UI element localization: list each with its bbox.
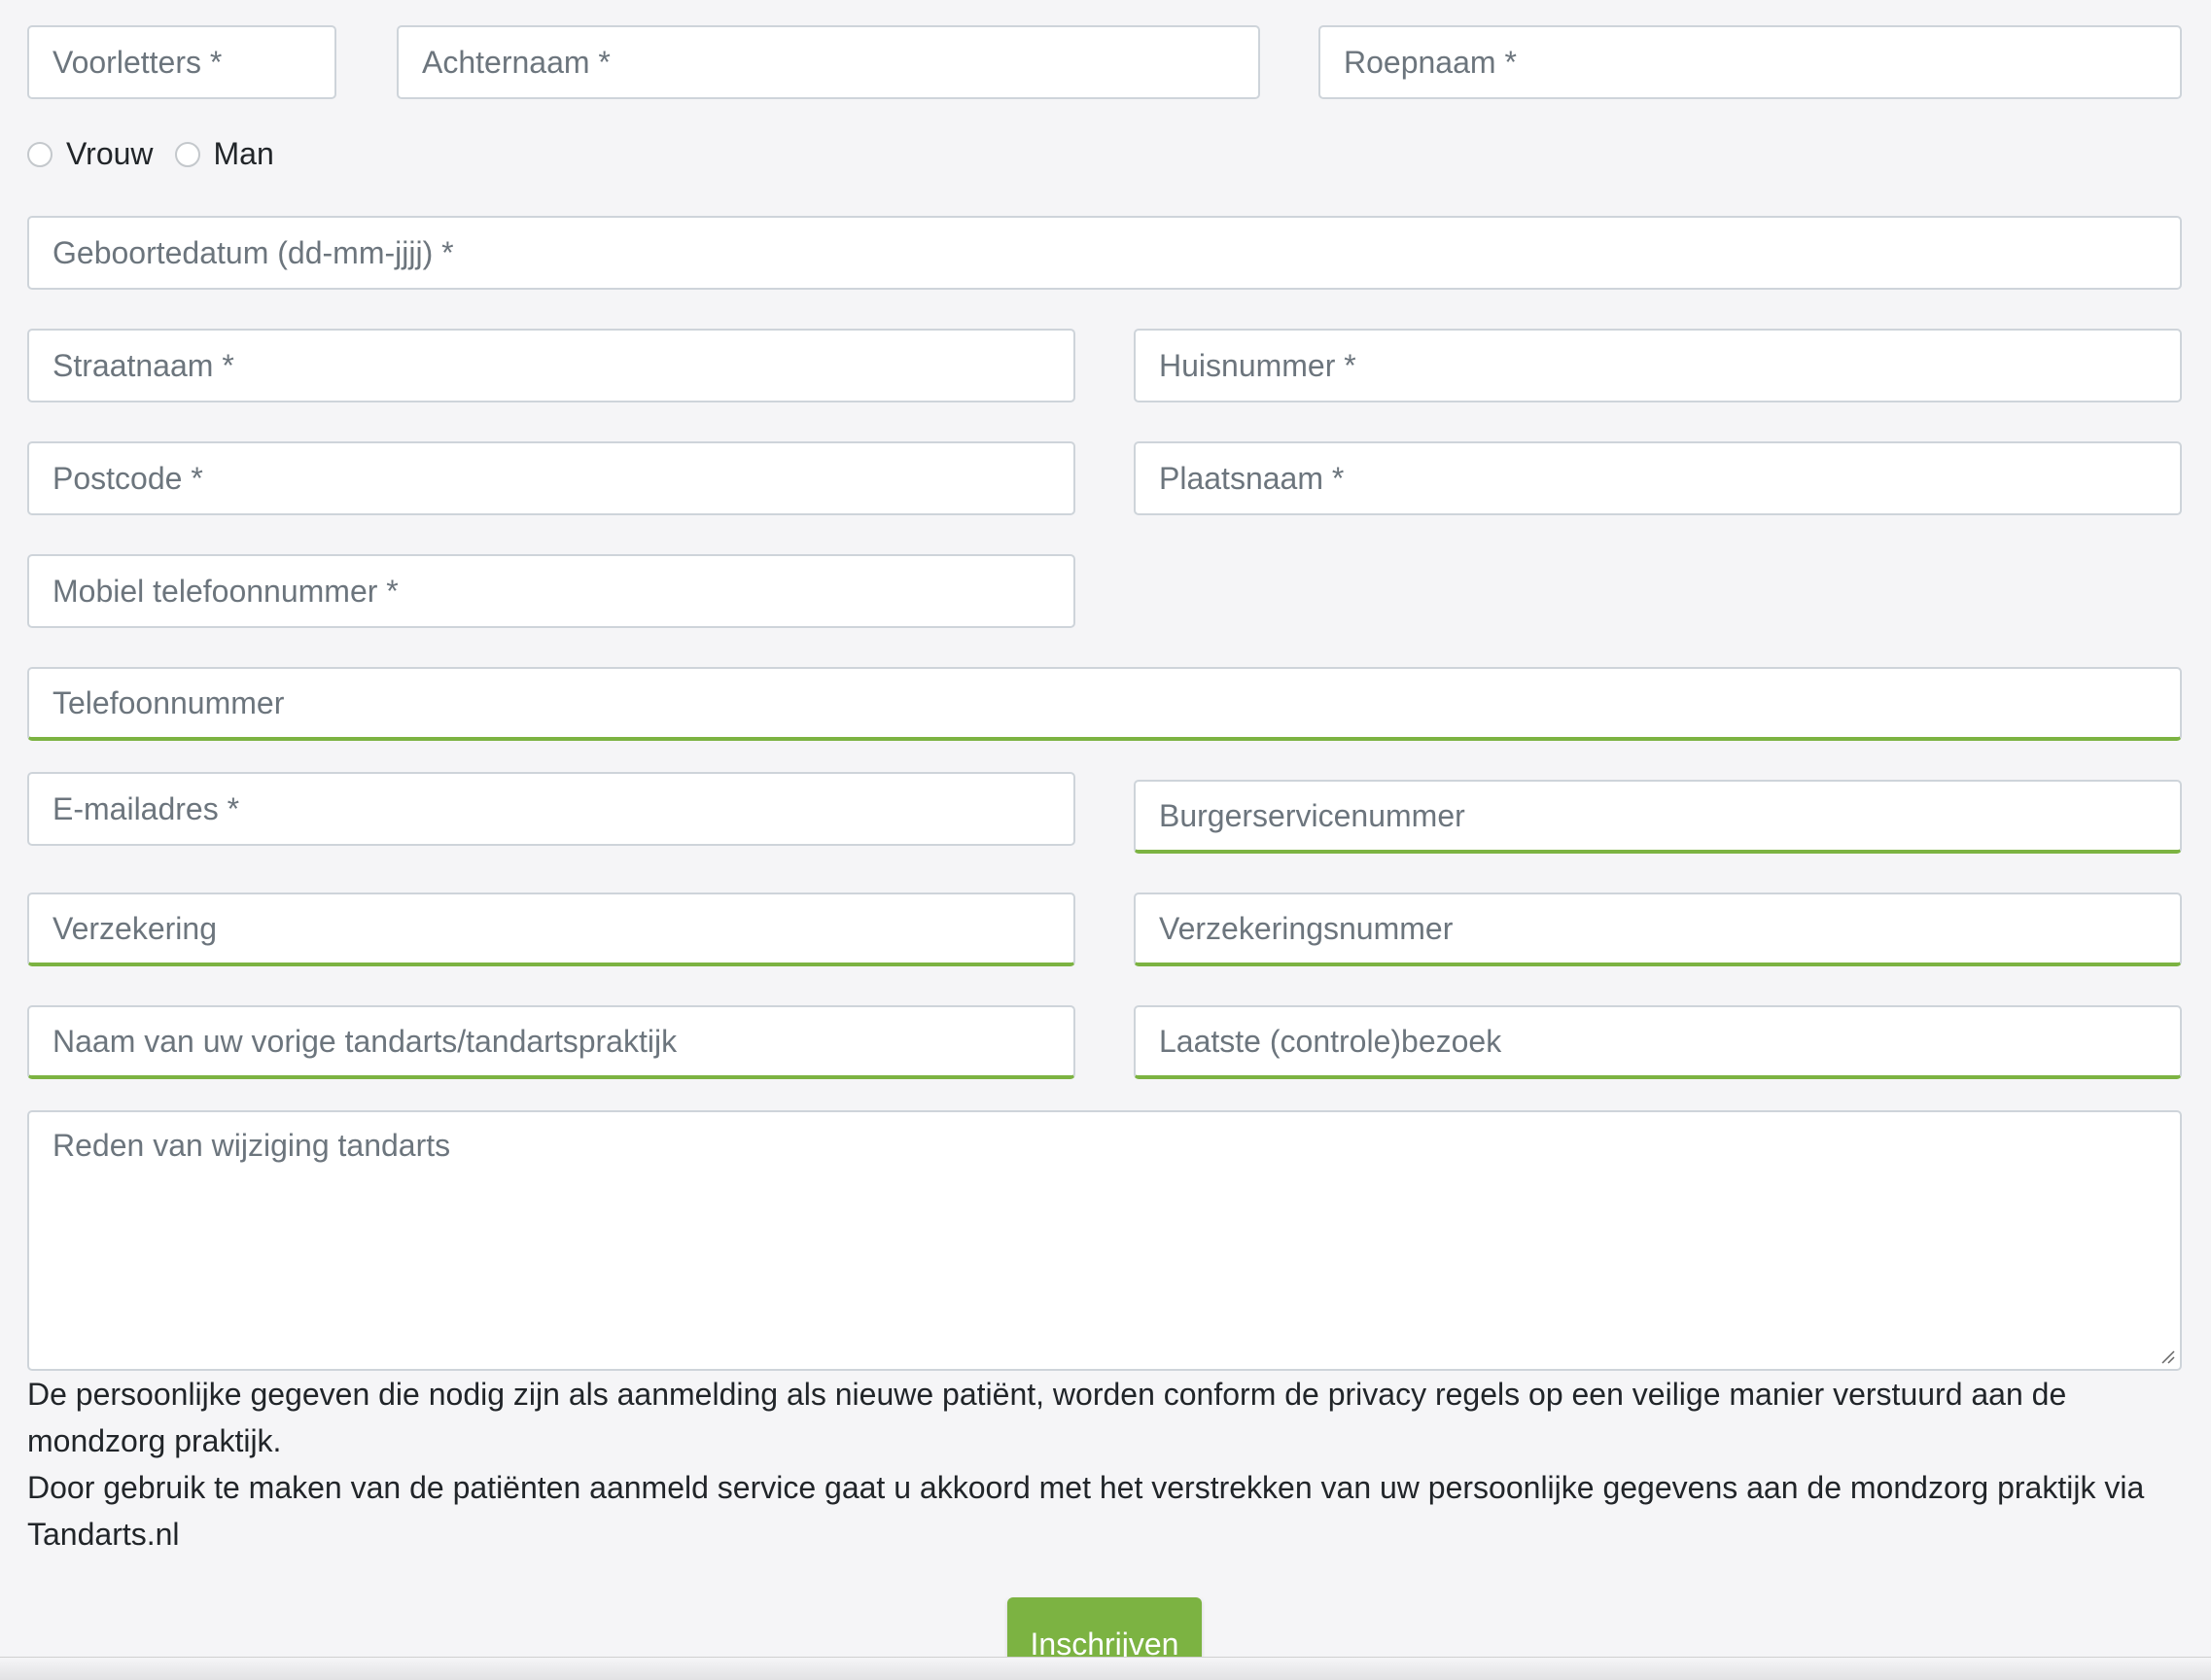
reason-placeholder: Reden van wijziging tandarts xyxy=(53,1128,451,1163)
privacy-notice-line-1: De persoonlijke gegeven die nodig zijn a… xyxy=(27,1377,2067,1458)
insurance-number-input[interactable]: Verzekeringsnummer xyxy=(1134,892,2182,966)
reason-textarea[interactable]: Reden van wijziging tandarts xyxy=(27,1110,2182,1371)
mobile-phone-input[interactable]: Mobiel telefoonnummer * xyxy=(27,554,1075,628)
city-placeholder: Plaatsnaam * xyxy=(1159,460,1345,496)
radio-male[interactable] xyxy=(174,141,200,167)
last-visit-input[interactable]: Laatste (controle)bezoek xyxy=(1134,1005,2182,1079)
street-input[interactable]: Straatnaam * xyxy=(27,329,1075,402)
bsn-input[interactable]: Burgerservicenummer xyxy=(1134,780,2182,854)
callname-input[interactable]: Roepnaam * xyxy=(1318,25,2182,99)
phone-placeholder: Telefoonnummer xyxy=(53,684,285,720)
mobile-phone-placeholder: Mobiel telefoonnummer * xyxy=(53,573,399,609)
email-input[interactable]: E-mailadres * xyxy=(27,772,1075,846)
street-placeholder: Straatnaam * xyxy=(53,347,234,383)
phone-input[interactable]: Telefoonnummer xyxy=(27,667,2182,741)
radio-male-label[interactable]: Man xyxy=(214,136,274,172)
birthdate-placeholder: Geboortedatum (dd-mm-jjjj) * xyxy=(53,234,454,270)
email-placeholder: E-mailadres * xyxy=(53,790,240,826)
radio-female-label[interactable]: Vrouw xyxy=(66,136,154,172)
previous-dentist-input[interactable]: Naam van uw vorige tandarts/tandartsprak… xyxy=(27,1005,1075,1079)
gender-radio-group: Vrouw Man xyxy=(27,136,296,172)
insurance-input[interactable]: Verzekering xyxy=(27,892,1075,966)
resize-grip-icon[interactable] xyxy=(2158,1348,2176,1365)
city-input[interactable]: Plaatsnaam * xyxy=(1134,441,2182,515)
lastname-input[interactable]: Achternaam * xyxy=(397,25,1260,99)
birthdate-input[interactable]: Geboortedatum (dd-mm-jjjj) * xyxy=(27,216,2182,290)
previous-dentist-placeholder: Naam van uw vorige tandarts/tandartsprak… xyxy=(53,1023,678,1059)
radio-female[interactable] xyxy=(27,141,53,167)
lastname-placeholder: Achternaam * xyxy=(422,44,611,80)
privacy-notice: De persoonlijke gegeven die nodig zijn a… xyxy=(27,1371,2195,1558)
postcode-placeholder: Postcode * xyxy=(53,460,203,496)
callname-placeholder: Roepnaam * xyxy=(1344,44,1517,80)
initials-input[interactable]: Voorletters * xyxy=(27,25,336,99)
registration-form-page: Voorletters * Achternaam * Roepnaam * Vr… xyxy=(0,0,2211,1680)
bottom-bar xyxy=(0,1657,2211,1680)
last-visit-placeholder: Laatste (controle)bezoek xyxy=(1159,1023,1502,1059)
initials-placeholder: Voorletters * xyxy=(53,44,223,80)
housenumber-input[interactable]: Huisnummer * xyxy=(1134,329,2182,402)
privacy-notice-line-2: Door gebruik te maken van de patiënten a… xyxy=(27,1470,2145,1552)
bsn-placeholder: Burgerservicenummer xyxy=(1159,797,1465,833)
insurance-placeholder: Verzekering xyxy=(53,910,217,946)
postcode-input[interactable]: Postcode * xyxy=(27,441,1075,515)
insurance-number-placeholder: Verzekeringsnummer xyxy=(1159,910,1454,946)
housenumber-placeholder: Huisnummer * xyxy=(1159,347,1356,383)
